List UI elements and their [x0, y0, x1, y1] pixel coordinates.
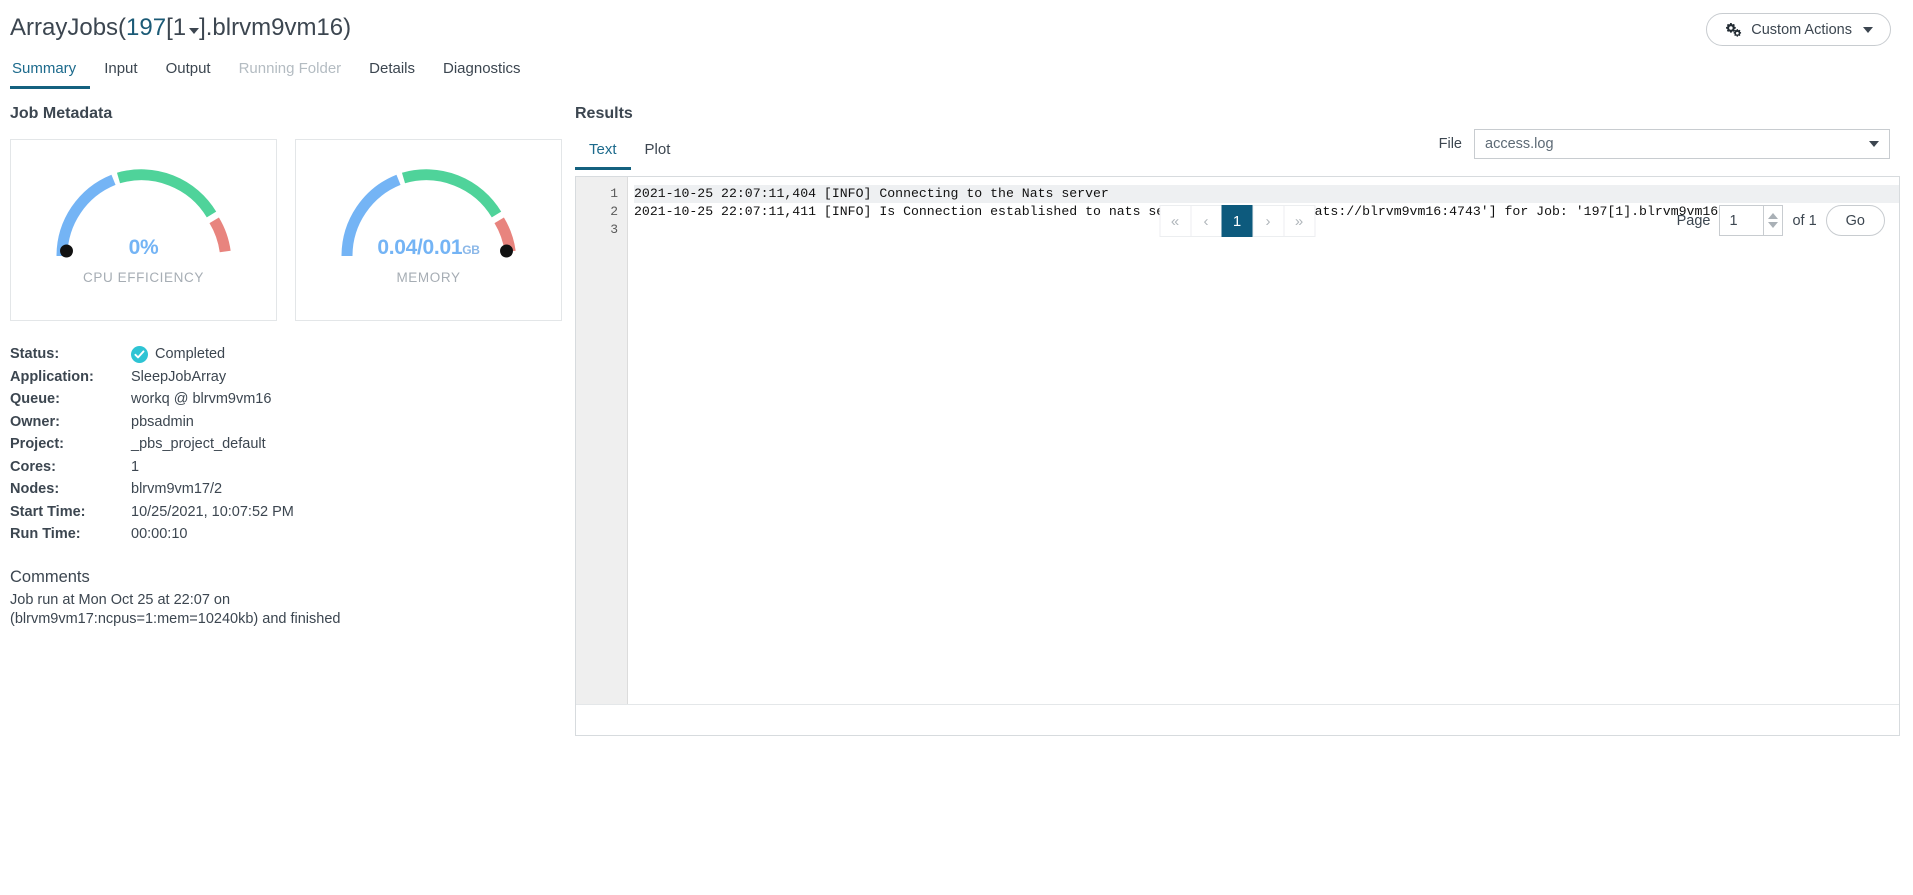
- log-content[interactable]: 2021-10-25 22:07:11,404 [INFO] Connectin…: [628, 177, 1899, 704]
- cpu-gauge-value: 0%: [11, 236, 276, 260]
- meta-row-nodes: Nodes: blrvm9vm17/2: [10, 478, 570, 501]
- meta-value: workq @ blrvm9vm16: [131, 391, 272, 408]
- meta-row-status: Status: Completed: [10, 343, 570, 366]
- pagination-first-button[interactable]: «: [1159, 205, 1191, 237]
- page-jump-controls: Page 1 of 1 Go: [1677, 205, 1885, 236]
- tab-details[interactable]: Details: [355, 58, 429, 89]
- cpu-efficiency-gauge: 0% CPU EFFICIENCY: [10, 139, 277, 321]
- meta-key: Nodes:: [10, 481, 60, 498]
- meta-value: SleepJobArray: [131, 368, 227, 385]
- tab-diagnostics[interactable]: Diagnostics: [429, 58, 535, 89]
- meta-value: 00:00:10: [131, 526, 188, 543]
- meta-key: Application:: [10, 368, 94, 385]
- tab-input[interactable]: Input: [90, 58, 151, 89]
- cpu-gauge-number: 0%: [128, 236, 159, 259]
- job-metadata-section: Job Metadata 0% CPU EFFICIENCY 0.04/0.01…: [10, 105, 570, 629]
- title-subindex: [1: [166, 14, 187, 41]
- pagination-prev-button[interactable]: ‹: [1190, 205, 1222, 237]
- meta-row-project: Project: _pbs_project_default: [10, 433, 570, 456]
- tab-running-folder: Running Folder: [238, 60, 342, 77]
- meta-row-start-time: Start Time: 10/25/2021, 10:07:52 PM: [10, 501, 570, 524]
- file-label: File: [1438, 136, 1462, 152]
- meta-row-cores: Cores: 1: [10, 456, 570, 479]
- memory-gauge-value: 0.04/0.01GB: [296, 236, 561, 260]
- custom-actions-label: Custom Actions: [1751, 21, 1852, 38]
- meta-key: Project:: [10, 436, 64, 453]
- meta-row-run-time: Run Time: 00:00:10: [10, 523, 570, 546]
- memory-gauge-label: MEMORY: [396, 270, 461, 285]
- page-number-input[interactable]: 1: [1719, 205, 1784, 236]
- comments-title: Comments: [10, 567, 90, 586]
- pagination-last-button[interactable]: »: [1283, 205, 1315, 237]
- custom-actions-button[interactable]: Custom Actions: [1706, 13, 1891, 46]
- pagination-bar: [576, 704, 1899, 735]
- gears-icon: [1724, 22, 1742, 37]
- check-circle-icon: [131, 345, 148, 363]
- meta-value: pbsadmin: [131, 413, 194, 430]
- page-label: Page: [1676, 212, 1711, 229]
- file-select[interactable]: access.log: [1474, 129, 1890, 159]
- line-number: 2: [610, 204, 618, 219]
- meta-key: Status:: [10, 346, 60, 363]
- memory-gauge-unit: GB: [462, 243, 480, 257]
- pagination-page-1-button[interactable]: 1: [1221, 205, 1253, 237]
- chevron-down-icon: [1863, 26, 1873, 33]
- main-tab-bar: Summary Input Output Running Folder Deta…: [10, 58, 535, 89]
- meta-row-owner: Owner: pbsadmin: [10, 411, 570, 434]
- job-metadata-title: Job Metadata: [10, 105, 113, 122]
- line-number: 3: [610, 222, 618, 237]
- meta-key: Queue:: [10, 391, 60, 408]
- chevron-up-icon[interactable]: [1768, 213, 1779, 219]
- go-button[interactable]: Go: [1825, 205, 1885, 236]
- meta-value: Completed: [131, 345, 226, 363]
- line-number-gutter: 1 2 3: [576, 177, 628, 704]
- results-panel: 1 2 3 2021-10-25 22:07:11,404 [INFO] Con…: [575, 176, 1900, 736]
- meta-row-queue: Queue: workq @ blrvm9vm16: [10, 388, 570, 411]
- meta-value: _pbs_project_default: [131, 436, 266, 453]
- meta-value: blrvm9vm17/2: [131, 481, 223, 498]
- memory-gauge: 0.04/0.01GB MEMORY: [295, 139, 562, 321]
- job-metadata-list: Status: Completed Application: SleepJobA…: [10, 343, 570, 546]
- memory-gauge-number: 0.04/0.01: [377, 236, 463, 259]
- results-section: Results Text Plot File access.log 1 2 3 …: [575, 105, 1900, 736]
- log-viewer[interactable]: 1 2 3 2021-10-25 22:07:11,404 [INFO] Con…: [576, 177, 1899, 704]
- gauge-group: 0% CPU EFFICIENCY 0.04/0.01GB MEMORY: [10, 139, 570, 321]
- meta-key: Start Time:: [10, 503, 86, 520]
- results-title: Results: [575, 105, 633, 122]
- meta-value: 10/25/2021, 10:07:52 PM: [131, 503, 294, 520]
- meta-key: Run Time:: [10, 526, 81, 543]
- chevron-down-icon: [1869, 141, 1879, 147]
- tab-summary[interactable]: Summary: [10, 58, 91, 89]
- tab-plot[interactable]: Plot: [631, 139, 685, 170]
- meta-row-application: Application: SleepJobArray: [10, 366, 570, 389]
- line-number: 1: [610, 186, 618, 201]
- page-title: ArrayJobs(197[1 ].blrvm9vm16): [10, 14, 351, 42]
- tab-output[interactable]: Output: [152, 58, 225, 89]
- meta-key: Cores:: [10, 458, 56, 475]
- pagination-next-button[interactable]: ›: [1252, 205, 1284, 237]
- tab-text[interactable]: Text: [575, 139, 631, 170]
- array-index-dropdown[interactable]: [1: [166, 14, 200, 42]
- chevron-down-icon: [189, 27, 200, 34]
- job-detail-page: ArrayJobs(197[1 ].blrvm9vm16) Custom Acti…: [0, 0, 1913, 895]
- page-number-stepper[interactable]: [1763, 206, 1782, 235]
- title-prefix: ArrayJobs(: [10, 14, 127, 41]
- chevron-down-icon[interactable]: [1768, 222, 1779, 228]
- page-total-label: of 1: [1792, 212, 1817, 229]
- meta-key: Owner:: [10, 413, 60, 430]
- file-select-value: access.log: [1485, 136, 1554, 152]
- pagination-controls: « ‹ 1 › »: [1159, 205, 1315, 237]
- log-line: 2021-10-25 22:07:11,404 [INFO] Connectin…: [634, 185, 1899, 203]
- page-number-value: 1: [1729, 212, 1738, 229]
- comments-body: Job run at Mon Oct 25 at 22:07 on (blrvm…: [10, 591, 341, 627]
- file-picker: File access.log: [1439, 129, 1890, 159]
- meta-value: 1: [131, 458, 140, 475]
- title-suffix: ].blrvm9vm16): [199, 14, 352, 41]
- title-job-index: 197: [126, 14, 167, 41]
- status-text: Completed: [155, 346, 226, 363]
- cpu-gauge-label: CPU EFFICIENCY: [83, 270, 204, 285]
